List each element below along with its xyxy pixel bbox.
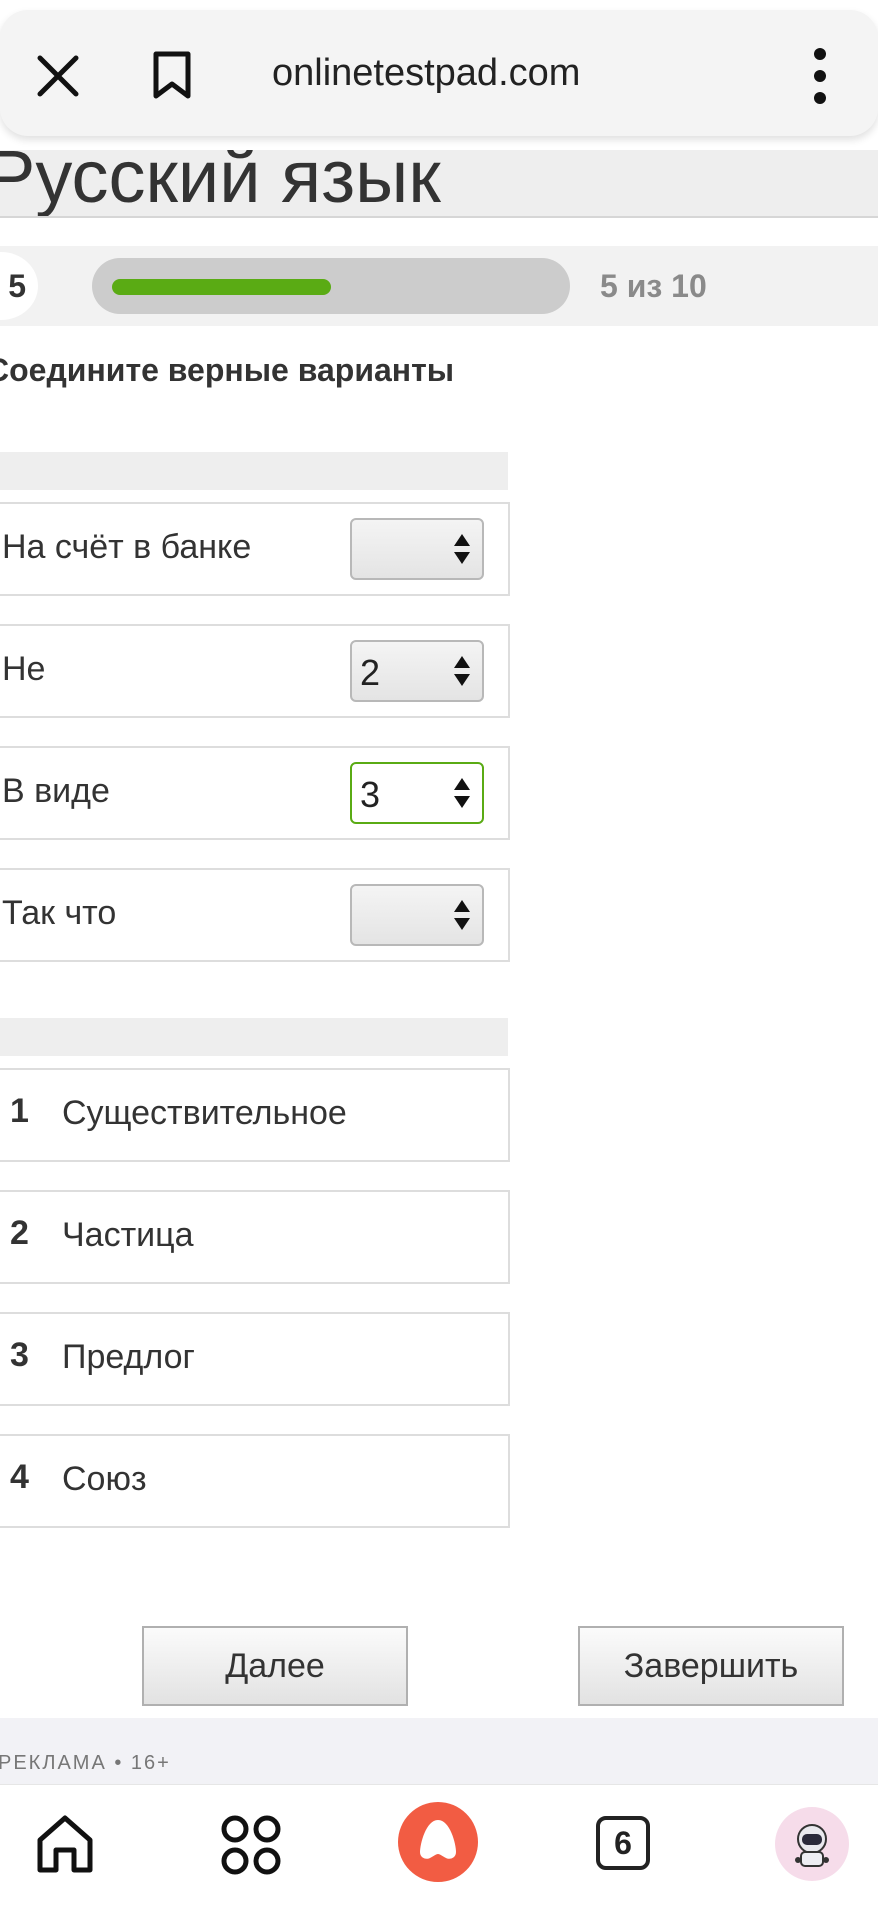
- pairs-header-band: [0, 452, 508, 490]
- question-instruction: Соедините верные варианты: [0, 352, 455, 388]
- more-vertical-icon[interactable]: [808, 46, 832, 106]
- option-item: 2 Частица: [0, 1190, 510, 1284]
- tabs-count-button[interactable]: 6: [596, 1816, 650, 1870]
- pair-row: На счёт в банке: [0, 502, 510, 596]
- astronaut-avatar-icon[interactable]: [774, 1806, 850, 1882]
- pair-label: На счёт в банке: [2, 528, 252, 566]
- pair-row: Так что: [0, 868, 510, 962]
- apps-grid-icon[interactable]: [220, 1814, 282, 1876]
- progress-text: 5 из 10: [600, 268, 707, 304]
- option-number: 4: [10, 1458, 29, 1496]
- next-button[interactable]: Далее: [142, 1626, 408, 1706]
- option-item: 3 Предлог: [0, 1312, 510, 1406]
- option-number: 3: [10, 1336, 29, 1374]
- option-number: 1: [10, 1092, 29, 1130]
- option-text: Предлог: [62, 1338, 195, 1376]
- page-header: Русский язык: [0, 150, 878, 218]
- pair-select[interactable]: 2: [350, 640, 484, 702]
- finish-button[interactable]: Завершить: [578, 1626, 844, 1706]
- pair-label: Не: [2, 650, 46, 688]
- option-text: Союз: [62, 1460, 147, 1498]
- option-number: 2: [10, 1214, 29, 1252]
- alice-assistant-icon[interactable]: [396, 1800, 480, 1884]
- options-header-band: [0, 1018, 508, 1056]
- select-arrows-icon: [454, 900, 470, 930]
- option-text: Существительное: [62, 1094, 347, 1132]
- pair-select[interactable]: [350, 884, 484, 946]
- bookmark-icon[interactable]: [152, 50, 192, 100]
- pair-label: В виде: [2, 772, 110, 810]
- select-arrows-icon: [454, 534, 470, 564]
- pair-row: В виде 3: [0, 746, 510, 840]
- pair-select-value: 2: [360, 652, 381, 693]
- option-item: 4 Союз: [0, 1434, 510, 1528]
- ad-label: РЕКЛАМА • 16+: [0, 1752, 171, 1774]
- pair-select-value: 3: [360, 774, 381, 815]
- url-text[interactable]: onlinetestpad.com: [272, 52, 580, 95]
- close-icon[interactable]: [36, 54, 80, 98]
- pair-row: Не 2: [0, 624, 510, 718]
- progress-bar-fill: [112, 279, 331, 295]
- page-title: Русский язык: [0, 150, 441, 218]
- pair-select[interactable]: 3: [350, 762, 484, 824]
- progress-bar: [92, 258, 570, 314]
- pair-label: Так что: [2, 894, 117, 932]
- select-arrows-icon: [454, 656, 470, 686]
- select-arrows-icon: [454, 778, 470, 808]
- pair-select[interactable]: [350, 518, 484, 580]
- option-item: 1 Существительное: [0, 1068, 510, 1162]
- question-number: 5: [8, 268, 26, 304]
- home-icon[interactable]: [34, 1812, 96, 1876]
- option-text: Частица: [62, 1216, 194, 1254]
